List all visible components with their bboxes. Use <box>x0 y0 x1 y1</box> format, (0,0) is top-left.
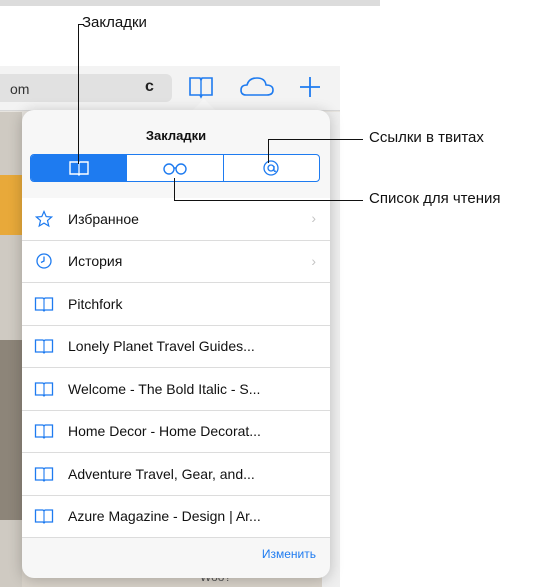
callout-twitter-links: Ссылки в твитах <box>369 129 484 146</box>
list-item-label: Lonely Planet Travel Guides... <box>68 338 255 355</box>
list-item-bookmark[interactable]: Home Decor - Home Decorat... <box>22 410 330 453</box>
top-edge-fragment <box>0 0 380 6</box>
book-icon <box>34 506 54 526</box>
bookmarks-button-icon[interactable] <box>188 75 214 99</box>
star-icon <box>34 209 54 229</box>
list-item-label: Избранное <box>68 210 139 227</box>
segmented-control <box>30 154 320 182</box>
popover-title: Закладки <box>145 128 207 143</box>
segment-shared-links[interactable] <box>222 155 319 181</box>
list-item-bookmark[interactable]: Pitchfork <box>22 283 330 326</box>
list-item-bookmark[interactable]: Welcome - The Bold Italic - S... <box>22 368 330 411</box>
book-icon <box>34 379 54 399</box>
icloud-tabs-icon[interactable] <box>240 75 274 99</box>
book-icon <box>34 294 54 314</box>
at-icon <box>263 160 279 176</box>
page: Woo? om c Закладки <box>0 0 548 587</box>
callout-line <box>78 24 79 164</box>
bookmarks-list: Избранное › История › Pitchfork Lonely P… <box>22 198 330 538</box>
list-item-bookmark[interactable]: Lonely Planet Travel Guides... <box>22 325 330 368</box>
list-item-history[interactable]: История › <box>22 240 330 283</box>
callout-reading-list: Список для чтения <box>369 190 501 207</box>
list-item-label: Adventure Travel, Gear, and... <box>68 465 255 482</box>
chevron-right-icon: › <box>311 252 316 269</box>
list-item-label: Pitchfork <box>68 295 123 312</box>
callout-line <box>174 200 363 201</box>
list-item-label: Azure Magazine - Design | Ar... <box>68 508 261 525</box>
list-item-label: Home Decor - Home Decorat... <box>68 423 261 440</box>
list-item-favorites[interactable]: Избранное › <box>22 198 330 241</box>
plus-icon[interactable] <box>298 75 322 99</box>
book-icon <box>34 336 54 356</box>
bookmarks-popover: Закладки Избранное › История › Pitchfork… <box>22 110 330 578</box>
book-icon <box>34 421 54 441</box>
callout-line <box>78 24 84 25</box>
edit-button[interactable]: Изменить <box>262 547 316 561</box>
reload-icon[interactable]: c <box>145 78 154 96</box>
list-item-bookmark[interactable]: Adventure Travel, Gear, and... <box>22 453 330 496</box>
glasses-icon <box>163 163 187 175</box>
callout-line <box>268 139 363 140</box>
callout-line <box>268 139 269 163</box>
page-content-image <box>0 175 22 235</box>
clock-icon <box>34 251 54 271</box>
callout-line <box>174 178 175 200</box>
list-item-bookmark[interactable]: Azure Magazine - Design | Ar... <box>22 495 330 538</box>
list-item-label: История <box>68 253 123 270</box>
callout-bookmarks: Закладки <box>82 14 147 31</box>
address-text: om <box>10 81 30 97</box>
list-item-label: Welcome - The Bold Italic - S... <box>68 380 261 397</box>
page-content-image <box>0 340 22 520</box>
book-icon <box>34 464 54 484</box>
chevron-right-icon: › <box>311 210 316 226</box>
